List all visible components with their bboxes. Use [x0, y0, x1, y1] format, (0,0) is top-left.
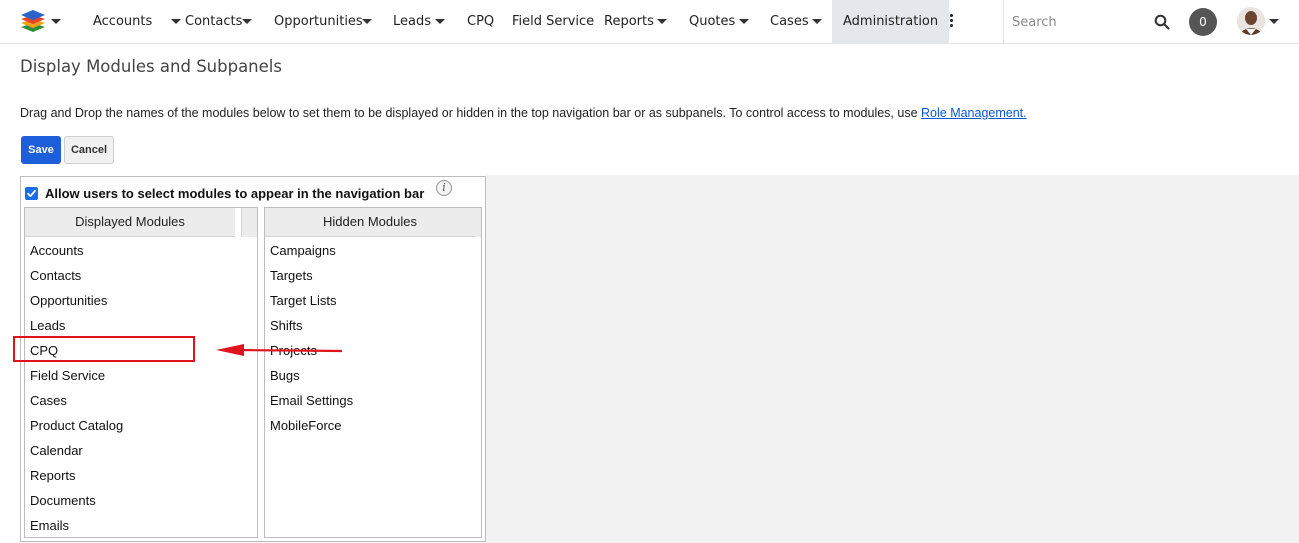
list-item[interactable]: Targets	[265, 263, 481, 288]
content-background	[486, 175, 1299, 543]
displayed-modules-items: Accounts Contacts Opportunities Leads CP…	[25, 238, 257, 537]
list-item[interactable]: MobileForce	[265, 413, 481, 438]
nav-administration[interactable]: Administration	[832, 0, 950, 44]
intro-description: Drag and Drop the names of the modules b…	[20, 106, 922, 120]
list-item[interactable]: Bugs	[265, 363, 481, 388]
cpq-highlight-box	[13, 336, 195, 362]
list-item[interactable]: Leads	[25, 313, 257, 338]
nav-item-label: Field Service	[512, 14, 595, 29]
nav-item-label: Reports	[604, 14, 654, 29]
info-icon[interactable]: i	[436, 180, 452, 196]
nav-item-label: Leads	[393, 14, 432, 29]
chevron-down-icon	[51, 19, 61, 24]
list-item[interactable]: Calendar	[25, 438, 257, 463]
nav-item-label: Opportunities	[274, 14, 363, 29]
user-photo-icon	[1237, 7, 1265, 35]
displayed-modules-header: Displayed Modules	[25, 208, 235, 237]
app-logo-menu[interactable]	[20, 9, 61, 35]
nav-field-service[interactable]: Field Service	[512, 0, 594, 44]
nav-cpq[interactable]: CPQ	[467, 0, 494, 44]
save-button[interactable]: Save	[21, 136, 61, 164]
top-navigation-bar: Accounts Contacts Opportunities Leads CP…	[0, 0, 1299, 44]
list-item[interactable]: Campaigns	[265, 238, 481, 263]
displayed-modules-list[interactable]: Displayed Modules Accounts Contacts Oppo…	[24, 207, 258, 538]
nav-quotes[interactable]: Quotes	[689, 0, 749, 44]
hidden-modules-items: Campaigns Targets Target Lists Shifts Pr…	[265, 238, 481, 438]
list-item[interactable]: Documents	[25, 488, 257, 513]
list-item[interactable]: Emails	[25, 513, 257, 537]
list-item[interactable]: Product Catalog	[25, 413, 257, 438]
allow-users-label: Allow users to select modules to appear …	[45, 186, 425, 201]
nav-item-label: Cases	[770, 14, 809, 29]
nav-cases[interactable]: Cases	[770, 0, 822, 44]
chevron-down-icon	[1269, 19, 1279, 24]
list-item[interactable]: Reports	[25, 463, 257, 488]
list-header-spacer	[475, 208, 481, 237]
chevron-down-icon[interactable]	[812, 19, 822, 24]
hidden-modules-header: Hidden Modules	[265, 208, 475, 237]
global-search	[1003, 0, 1177, 44]
hidden-modules-list[interactable]: Hidden Modules Campaigns Targets Target …	[264, 207, 482, 538]
left-arrow-icon	[216, 344, 343, 356]
intro-text: Drag and Drop the names of the modules b…	[20, 106, 1027, 120]
nav-leads[interactable]: Leads	[393, 0, 445, 44]
notification-count-badge[interactable]: 0	[1189, 8, 1217, 36]
list-item[interactable]: Cases	[25, 388, 257, 413]
user-menu[interactable]	[1237, 7, 1279, 37]
chevron-down-icon[interactable]	[435, 19, 445, 24]
nav-item-label: CPQ	[467, 14, 495, 29]
chevron-down-icon[interactable]	[657, 19, 667, 24]
nav-item-label: Contacts	[185, 14, 243, 29]
cancel-button[interactable]: Cancel	[64, 136, 114, 164]
chevron-down-icon[interactable]	[362, 19, 372, 24]
chevron-down-icon[interactable]	[739, 19, 749, 24]
search-icon[interactable]	[1154, 14, 1170, 30]
list-item[interactable]: Accounts	[25, 238, 257, 263]
page-title: Display Modules and Subpanels	[20, 57, 282, 76]
list-item[interactable]: Shifts	[265, 313, 481, 338]
list-item[interactable]: Contacts	[25, 263, 257, 288]
list-item[interactable]: Field Service	[25, 363, 257, 388]
list-item[interactable]: Target Lists	[265, 288, 481, 313]
allow-users-checkbox[interactable]	[25, 187, 38, 200]
nav-contacts[interactable]: Contacts	[185, 0, 252, 44]
role-management-link[interactable]: Role Management.	[921, 106, 1027, 120]
avatar	[1237, 7, 1265, 35]
list-header-spacer	[241, 208, 257, 237]
nav-item-label: Administration	[843, 14, 939, 29]
nav-accounts[interactable]: Accounts	[93, 0, 181, 44]
list-item[interactable]: Email Settings	[265, 388, 481, 413]
nav-item-label: Accounts	[93, 14, 153, 29]
nav-item-label: Quotes	[689, 14, 736, 29]
search-input[interactable]	[1010, 10, 1148, 34]
chevron-down-icon[interactable]	[171, 19, 181, 24]
nav-opportunities[interactable]: Opportunities	[274, 0, 372, 44]
stacked-layers-logo-icon	[21, 10, 45, 32]
checkmark-icon	[27, 189, 36, 198]
chevron-down-icon[interactable]	[242, 19, 252, 24]
nav-reports[interactable]: Reports	[604, 0, 667, 44]
list-item[interactable]: Opportunities	[25, 288, 257, 313]
vertical-ellipsis-icon[interactable]	[947, 14, 955, 30]
